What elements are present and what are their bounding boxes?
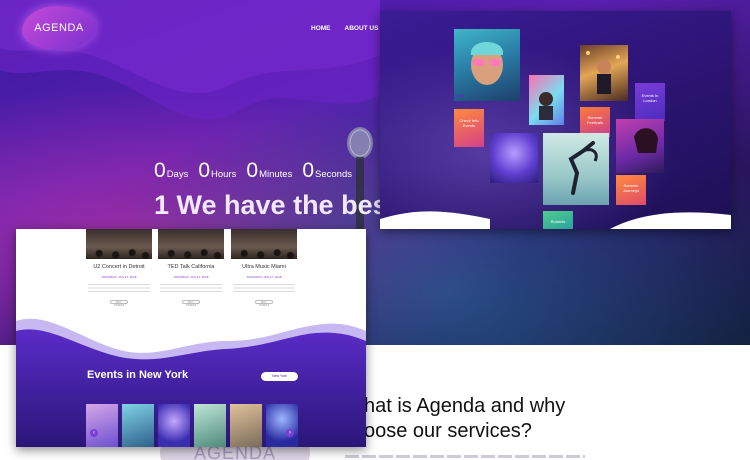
countdown-days: 0 Days	[154, 160, 188, 181]
event-card-3: Ultra Music Miami SATURDAY JAN 27, 2018 …	[229, 264, 299, 307]
portrait-figure-icon	[471, 42, 503, 85]
event-date: SATURDAY JAN 27, 2018	[246, 275, 282, 279]
event-thumb-5[interactable]	[230, 404, 262, 447]
countdown-seconds-value: 0	[302, 159, 315, 182]
event-date: SATURDAY JAN 27, 2018	[173, 275, 209, 279]
about-title: hat is Agenda and why oose our services?	[364, 394, 565, 444]
countdown-minutes-value: 0	[246, 159, 259, 182]
event-photo-3	[231, 229, 297, 259]
countdown-minutes: 0 Minutes	[246, 160, 292, 181]
event-title: TED Talk California	[167, 264, 215, 270]
event-description	[88, 284, 150, 292]
carousel-next-icon[interactable]: ›	[286, 429, 294, 437]
countdown-days-unit: Days	[166, 169, 189, 180]
event-card-2: TED Talk California SATURDAY JAN 27, 201…	[156, 264, 226, 307]
gallery-label-check-events: Check Info Events	[459, 118, 479, 128]
events-section-heading: Events in New York	[87, 369, 189, 381]
event-card-1: U2 Concert in Detroit SATURDAY JAN 27, 2…	[84, 264, 154, 307]
gallery-tile-dancer[interactable]	[543, 133, 609, 205]
event-thumb-3[interactable]	[158, 404, 190, 447]
buy-tickets-button[interactable]: BUY TICKETS	[110, 300, 128, 307]
city-select-button[interactable]: New York	[261, 372, 298, 381]
nav-item-about[interactable]: ABOUT US	[345, 25, 379, 32]
gallery-tile-portrait[interactable]	[454, 29, 520, 101]
events-wave-band	[16, 318, 366, 447]
gallery-preview-card: Events In London Check Info Events Summe…	[380, 11, 731, 229]
woman-figure-icon	[634, 128, 658, 153]
countdown-timer: 0 Days 0 Hours 0 Minutes 0 Seconds	[154, 160, 352, 181]
countdown-hours-unit: Hours	[211, 169, 237, 180]
gallery-tile-festival-girl[interactable]	[580, 45, 628, 101]
nav-item-home[interactable]: HOME	[311, 25, 331, 32]
countdown-seconds-unit: Seconds	[315, 169, 352, 180]
gallery-tile-check-events[interactable]: Check Info Events	[454, 109, 484, 147]
dancer-figure-icon	[568, 141, 598, 195]
gallery-tile-events-london[interactable]: Events In London	[635, 83, 665, 121]
buy-tickets-button[interactable]: BUY TICKETS	[182, 300, 200, 307]
event-date: SATURDAY JAN 27, 2018	[101, 275, 137, 279]
event-title: Ultra Music Miami	[242, 264, 286, 270]
event-photo-1	[86, 229, 152, 259]
hero-title: 1 We have the best	[154, 190, 397, 220]
countdown-days-value: 0	[154, 159, 166, 182]
gallery-tile-crowd-blue[interactable]	[490, 133, 538, 183]
gallery-tile-woman-portrait[interactable]	[616, 119, 664, 173]
event-title: U2 Concert in Detroit	[93, 264, 145, 270]
event-thumb-6[interactable]	[266, 404, 298, 447]
buy-tickets-button[interactable]: BUY TICKETS	[255, 300, 273, 307]
countdown-hours: 0 Hours	[198, 160, 236, 181]
event-thumb-1[interactable]	[86, 404, 118, 447]
gallery-label-summer-festivals: Summer Festivals	[587, 115, 603, 125]
countdown-minutes-unit: Minutes	[259, 169, 293, 180]
figure-icon	[539, 92, 553, 120]
event-photo-2	[158, 229, 224, 259]
gallery-tile-summer-journeys[interactable]: Summer Journeys	[616, 175, 646, 205]
countdown-seconds: 0 Seconds	[302, 160, 352, 181]
gallery-label-summer-journeys: Summer Journeys	[622, 183, 640, 193]
about-body-text	[345, 455, 585, 458]
gallery-bottom-wave	[380, 211, 731, 229]
gallery-tile-blue-figure[interactable]	[529, 75, 564, 125]
gallery-label-events-london: Events In London	[641, 93, 659, 103]
event-thumb-4[interactable]	[194, 404, 226, 447]
events-preview-card: U2 Concert in Detroit SATURDAY JAN 27, 2…	[16, 229, 366, 447]
countdown-hours-value: 0	[198, 159, 211, 182]
event-thumb-2[interactable]	[122, 404, 154, 447]
event-description	[160, 284, 222, 292]
top-nav: HOME ABOUT US	[311, 25, 378, 32]
about-title-line2: oose our services?	[364, 420, 532, 442]
event-description	[233, 284, 295, 292]
carousel-prev-icon[interactable]: ‹	[90, 429, 98, 437]
about-title-line1: hat is Agenda and why	[364, 395, 566, 417]
festival-figure-icon	[586, 51, 620, 94]
logo-text: AGENDA	[34, 22, 84, 34]
